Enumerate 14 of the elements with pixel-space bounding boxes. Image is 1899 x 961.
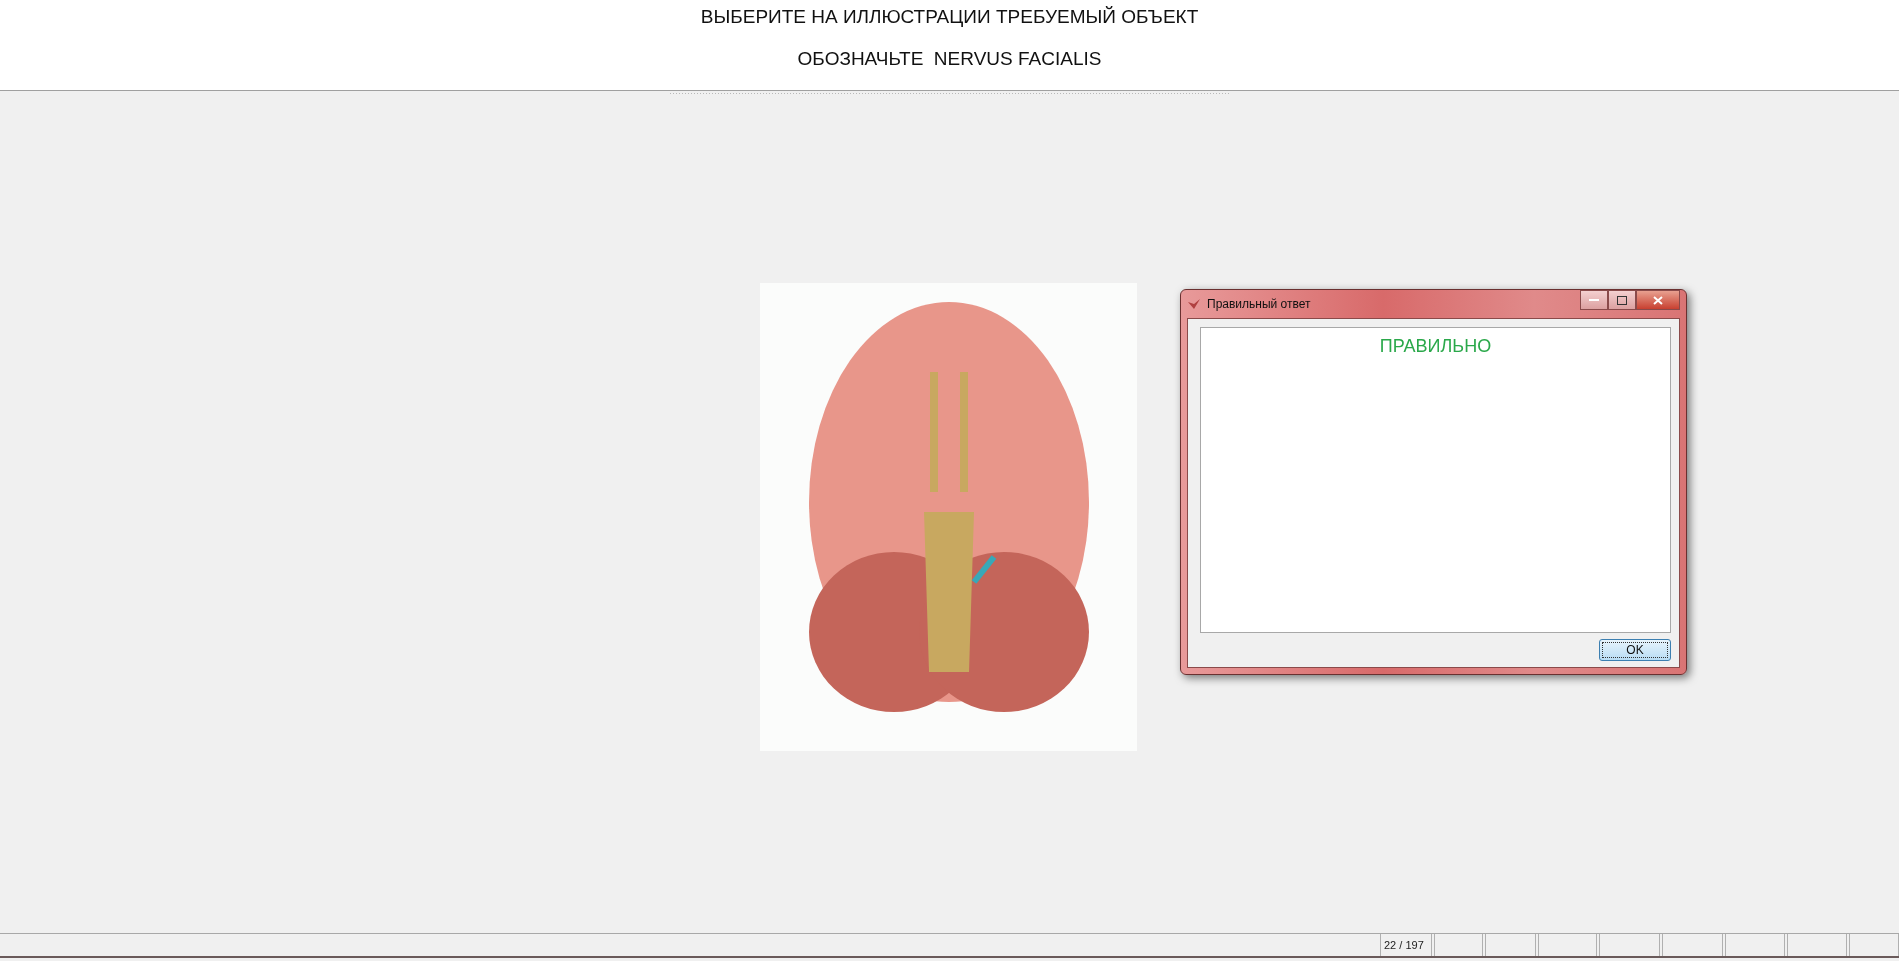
task-text: ОБОЗНАЧЬТЕ NERVUS FACIALIS bbox=[797, 48, 1102, 70]
ok-button[interactable]: OK bbox=[1599, 639, 1671, 661]
brain-illustration[interactable] bbox=[760, 283, 1137, 751]
instruction-text: ВЫБЕРИТЕ НА ИЛЛЮСТРАЦИИ ТРЕБУЕМЫЙ ОБЪЕКТ bbox=[700, 6, 1199, 28]
checkmark-icon bbox=[1187, 297, 1201, 311]
page-counter: 22 / 197 bbox=[1384, 939, 1424, 951]
maximize-icon bbox=[1617, 295, 1627, 305]
minimize-button[interactable] bbox=[1580, 290, 1608, 310]
dialog-title: Правильный ответ bbox=[1207, 297, 1312, 311]
minimize-icon bbox=[1589, 298, 1599, 302]
maximize-button[interactable] bbox=[1608, 290, 1636, 310]
close-button[interactable] bbox=[1636, 290, 1680, 310]
result-message: ПРАВИЛЬНО bbox=[1379, 336, 1492, 357]
close-icon bbox=[1653, 295, 1663, 305]
